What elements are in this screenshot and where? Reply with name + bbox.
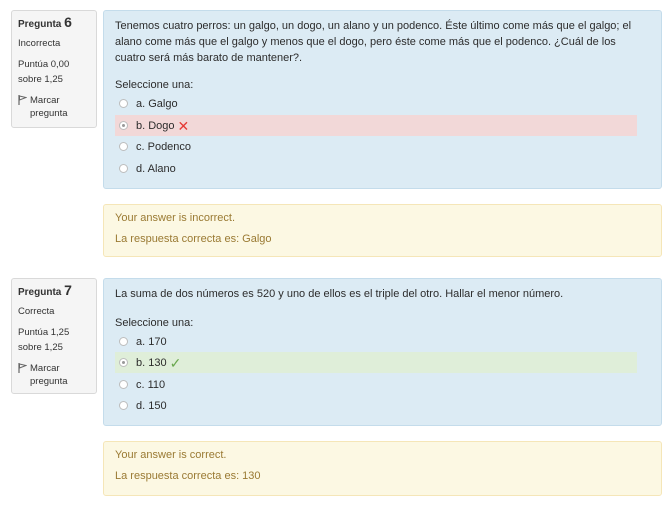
option-label: b. Dogo [136, 119, 175, 132]
answer-option-b-selected[interactable]: b. 130 ✓ [115, 352, 637, 373]
option-label: d. Alano [136, 162, 176, 175]
right-answer-text: La respuesta correcta es: Galgo [115, 233, 272, 245]
question-state: Incorrecta [18, 38, 61, 49]
flag-question-label: Marcar pregunta [30, 95, 68, 119]
radio-button-checked[interactable] [119, 358, 128, 367]
question-state: Correcta [18, 306, 55, 317]
radio-button[interactable] [119, 142, 128, 151]
question-text: La suma de dos números es 520 y uno de e… [115, 288, 564, 300]
question-grade: Puntúa 0,00 sobre 1,25 [18, 59, 70, 85]
option-label: a. Galgo [136, 97, 178, 110]
question-info-6: Pregunta 6 Incorrecta Puntúa 0,00 sobre … [11, 10, 97, 128]
answer-option-d[interactable]: d. Alano [115, 158, 637, 179]
option-label: c. Podenco [136, 140, 192, 153]
flag-icon [18, 362, 30, 388]
answer-prompt: Seleccione una: [115, 317, 194, 329]
answer-option-d[interactable]: d. 150 [115, 395, 637, 416]
flag-icon [18, 94, 30, 120]
question-outcome-6: Your answer is incorrect. La respuesta c… [103, 204, 662, 257]
question-number: 7 [64, 282, 72, 298]
option-label: d. 150 [136, 399, 167, 412]
question-header: Pregunta 7 [18, 282, 90, 299]
option-label: c. 110 [136, 378, 166, 391]
question-body-6: Tenemos cuatro perros: un galgo, un dogo… [103, 10, 662, 189]
question-body-7: La suma de dos números es 520 y uno de e… [103, 278, 662, 426]
answer-option-c[interactable]: c. 110 [115, 374, 637, 395]
flag-question-link[interactable]: Marcar pregunta [18, 94, 90, 120]
answer-option-a[interactable]: a. 170 [115, 331, 637, 352]
flag-question-label: Marcar pregunta [30, 363, 68, 387]
question-grade: Puntúa 1,25 sobre 1,25 [18, 327, 70, 353]
radio-button-checked[interactable] [119, 121, 128, 130]
cross-icon: ✕ [177, 117, 190, 134]
answer-prompt: Seleccione una: [115, 79, 194, 91]
radio-button[interactable] [119, 99, 128, 108]
flag-question-link[interactable]: Marcar pregunta [18, 362, 90, 388]
feedback-text: Your answer is incorrect. [115, 212, 236, 224]
check-icon: ✓ [169, 354, 182, 371]
question-header: Pregunta 6 [18, 14, 90, 31]
question-number: 6 [64, 14, 72, 30]
question-label: Pregunta [18, 287, 62, 298]
option-label: b. 130 [136, 356, 167, 369]
right-answer-text: La respuesta correcta es: 130 [115, 470, 261, 482]
feedback-text: Your answer is correct. [115, 449, 227, 461]
answer-option-c[interactable]: c. Podenco [115, 136, 637, 157]
radio-button[interactable] [119, 380, 128, 389]
question-text: Tenemos cuatro perros: un galgo, un dogo… [115, 20, 632, 64]
answer-option-b-selected[interactable]: b. Dogo ✕ [115, 115, 637, 136]
question-label: Pregunta [18, 19, 62, 30]
answer-option-a[interactable]: a. Galgo [115, 93, 637, 114]
question-info-7: Pregunta 7 Correcta Puntúa 1,25 sobre 1,… [11, 278, 97, 394]
option-label: a. 170 [136, 335, 167, 348]
question-outcome-7: Your answer is correct. La respuesta cor… [103, 441, 662, 496]
radio-button[interactable] [119, 337, 128, 346]
radio-button[interactable] [119, 401, 128, 410]
radio-button[interactable] [119, 164, 128, 173]
